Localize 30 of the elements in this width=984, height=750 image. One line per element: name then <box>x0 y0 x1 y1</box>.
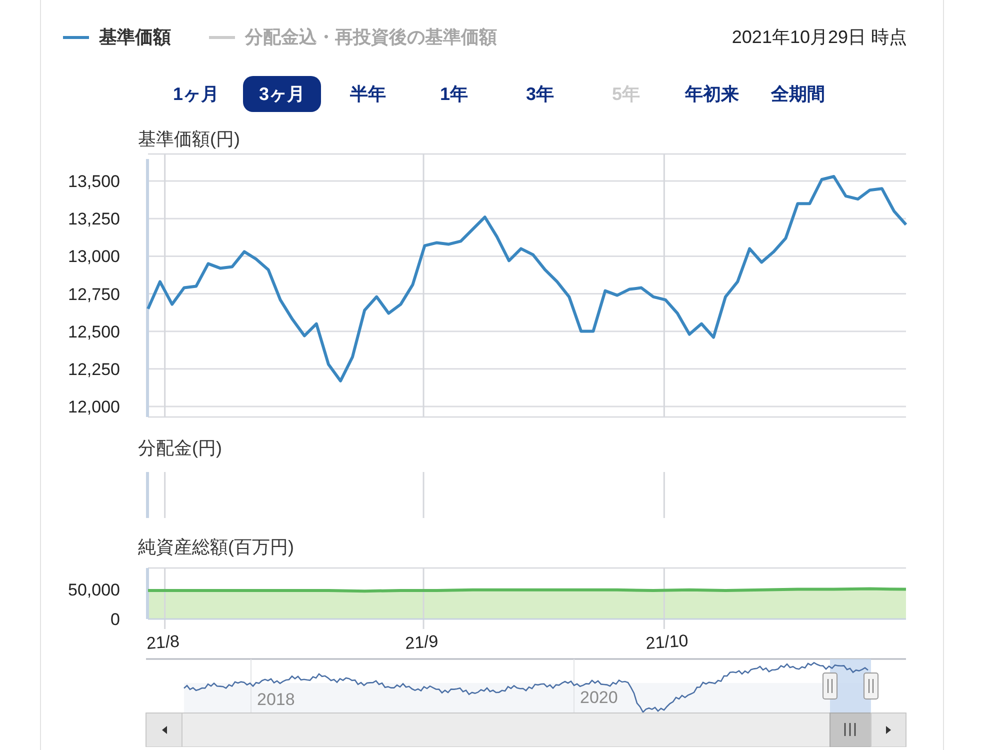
y-axis-label: 12,250 <box>68 360 120 379</box>
range-handle[interactable] <box>864 672 878 700</box>
chart-title: 分配金(円) <box>138 438 223 458</box>
x-axis-label: 21/9 <box>404 632 439 653</box>
year-label: 2020 <box>580 688 618 707</box>
range-tab[interactable]: 半年 <box>329 76 407 112</box>
chart-title: 純資産総額(百万円) <box>138 537 295 557</box>
range-tab[interactable]: 年初来 <box>673 76 751 112</box>
chart-title: 基準価額(円) <box>138 129 241 149</box>
range-tab[interactable]: 1年 <box>415 76 493 112</box>
y-axis-label: 13,250 <box>68 210 120 229</box>
y-axis-label: 12,500 <box>68 322 120 342</box>
year-label: 2018 <box>257 690 295 709</box>
range-tab[interactable]: 全期間 <box>759 76 837 112</box>
range-handle[interactable] <box>822 672 838 700</box>
range-edge-bar <box>146 472 149 518</box>
x-axis-label: 21/10 <box>645 631 689 653</box>
legend-item[interactable]: 基準価額 <box>63 25 171 49</box>
y-axis-label: 13,000 <box>68 247 120 266</box>
y-axis-label: 0 <box>110 610 120 629</box>
scrollbar-thumb[interactable] <box>830 712 872 747</box>
x-axis-label: 21/8 <box>146 632 180 653</box>
y-axis-label: 12,000 <box>68 397 120 416</box>
y-axis-label: 13,500 <box>68 172 120 192</box>
y-axis-label: 50,000 <box>68 580 120 600</box>
range-tab[interactable]: 3ヶ月 <box>243 76 321 112</box>
range-tab[interactable]: 1ヶ月 <box>157 76 235 112</box>
as-of-date: 2021年10月29日 時点 <box>732 26 907 49</box>
y-axis-label: 12,750 <box>68 284 120 304</box>
range-tab[interactable]: 3年 <box>501 76 579 112</box>
